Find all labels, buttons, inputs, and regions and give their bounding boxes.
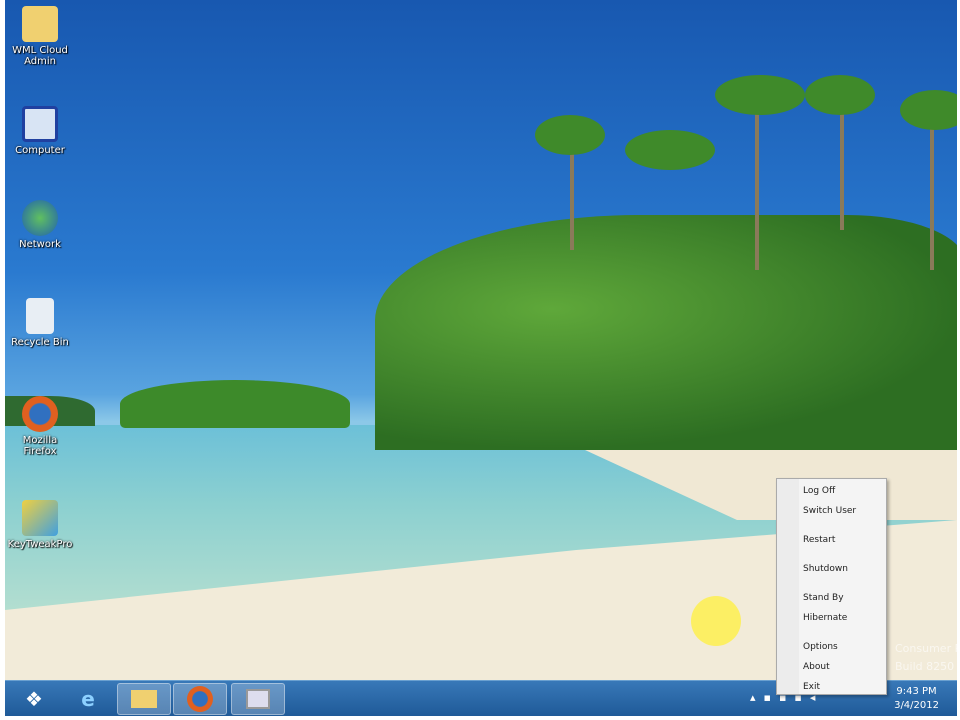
menu-item-hibernate[interactable]: Hibernate [777, 609, 886, 629]
desktop-icon-wml-cloud-admin[interactable]: WML Cloud Admin [5, 6, 75, 67]
menu-item-stand-by[interactable]: Stand By [777, 589, 886, 609]
computer-icon [22, 106, 58, 142]
palm [570, 140, 574, 250]
palm [535, 115, 605, 155]
context-menu: Log Off Switch User Restart Shutdown Sta… [776, 478, 887, 695]
menu-item-switch-user[interactable]: Switch User [777, 502, 886, 522]
clock[interactable]: 9:43 PM 3/4/2012 [894, 685, 939, 713]
windows-logo-icon: ❖ [25, 687, 43, 711]
desktop-icon-recycle-bin[interactable]: Recycle Bin [5, 298, 75, 348]
palm [755, 100, 759, 270]
internet-explorer-icon: e [81, 687, 95, 711]
menu-item-exit[interactable]: Exit [777, 678, 886, 698]
palm [625, 130, 715, 170]
menu-item-restart[interactable]: Restart [777, 531, 886, 551]
palm [930, 120, 934, 270]
cursor-highlight [691, 596, 741, 646]
app-icon [22, 500, 58, 536]
menu-item-about[interactable]: About [777, 658, 886, 678]
menu-item-log-off[interactable]: Log Off [777, 482, 886, 502]
firefox-icon [22, 396, 58, 432]
desktop-icon-firefox[interactable]: Mozilla Firefox [5, 396, 75, 457]
wallpaper-island [120, 380, 350, 428]
palm [900, 90, 957, 130]
taskbar-app[interactable] [231, 683, 285, 715]
build-watermark: Consumer PreviewBuild 8250 [895, 642, 957, 673]
palm [715, 75, 805, 115]
menu-item-options[interactable]: Options [777, 638, 886, 658]
menu-item-shutdown[interactable]: Shutdown [777, 560, 886, 580]
desktop-icon-keytweakpro[interactable]: KeyTweakPro [5, 500, 75, 550]
taskbar-firefox[interactable] [173, 683, 227, 715]
folder-icon [131, 690, 157, 708]
desktop-icon-computer[interactable]: Computer [5, 106, 75, 156]
palm [840, 100, 844, 230]
firefox-icon [187, 686, 213, 712]
palm [805, 75, 875, 115]
window-icon [246, 689, 270, 709]
recycle-bin-icon [26, 298, 54, 334]
network-icon [22, 200, 58, 236]
desktop-icon-network[interactable]: Network [5, 200, 75, 250]
taskbar-file-explorer[interactable] [117, 683, 171, 715]
taskbar-internet-explorer[interactable]: e [61, 683, 115, 715]
start-button[interactable]: ❖ [7, 683, 61, 715]
wallpaper-trees [375, 215, 957, 450]
folder-user-icon [22, 6, 58, 42]
